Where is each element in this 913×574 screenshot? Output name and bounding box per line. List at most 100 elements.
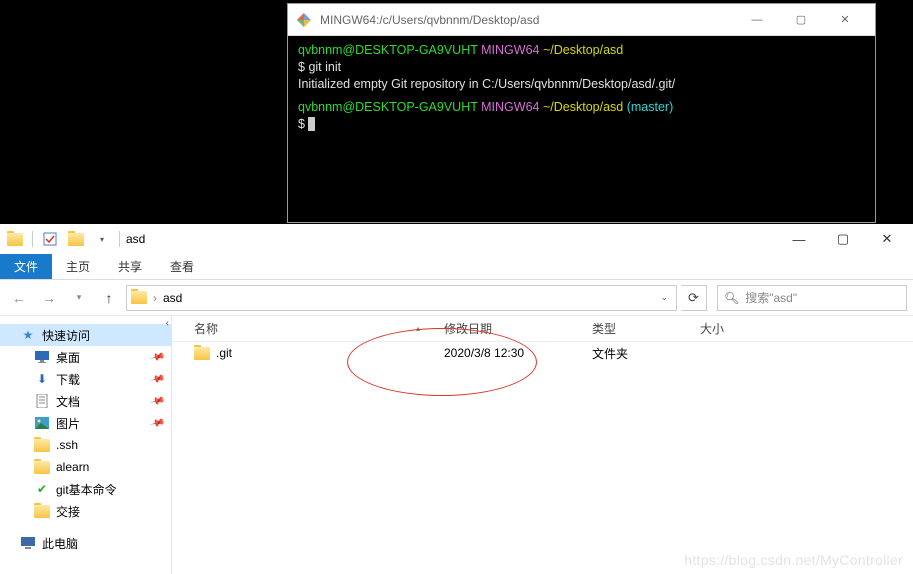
sidebar-item-label: 下载 [56,371,80,388]
minimize-button[interactable]: — [777,225,821,253]
tab-view[interactable]: 查看 [156,254,208,279]
maximize-button[interactable]: ▢ [779,5,823,35]
sidebar-item-label: 图片 [56,415,80,432]
address-dropdown-icon[interactable]: ⌄ [656,292,672,303]
close-button[interactable]: ✕ [823,5,867,35]
sidebar-item-documents[interactable]: 文档 📌 [0,390,171,412]
column-type[interactable]: 类型 [584,320,692,337]
window-title: asd [126,232,145,246]
sidebar-item-label: git基本命令 [56,481,117,498]
minimize-button[interactable]: — [735,5,779,35]
terminal-body[interactable]: qvbnnm@DESKTOP-GA9VUHT MINGW64 ~/Desktop… [288,36,875,222]
sidebar-item-label: 此电脑 [42,535,78,552]
prompt-sys: MINGW64 [481,43,539,57]
tab-file[interactable]: 文件 [0,254,52,279]
chevron-left-icon[interactable]: ‹ [166,318,169,329]
column-date[interactable]: 修改日期 [436,320,584,337]
search-icon: 🔍︎ [724,291,739,305]
column-name[interactable]: 名称▴ [186,320,436,337]
sidebar-item-label: 桌面 [56,349,80,366]
maximize-button[interactable]: ▢ [821,225,865,253]
close-button[interactable]: ✕ [865,225,909,253]
terminal-title: MINGW64:/c/Users/qvbnnm/Desktop/asd [320,13,735,27]
sidebar-item-gitcmd[interactable]: ✔ git基本命令 [0,478,171,500]
sort-asc-icon: ▴ [416,324,420,333]
prompt-user: qvbnnm@DESKTOP-GA9VUHT [298,100,478,114]
recent-dropdown[interactable]: ▾ [66,285,92,311]
column-size[interactable]: 大小 [692,320,772,337]
search-placeholder: 搜索"asd" [745,289,797,306]
command: git init [308,60,341,74]
forward-button[interactable]: → [36,285,62,311]
file-type: 文件夹 [584,345,692,362]
folder-icon [34,503,50,519]
address-bar[interactable]: › asd ⌄ [126,285,677,311]
pin-icon: 📌 [149,371,165,387]
tab-share[interactable]: 共享 [104,254,156,279]
pin-icon: 📌 [149,349,165,365]
prompt-symbol: $ [298,117,308,131]
folder-icon [34,437,50,453]
back-button[interactable]: ← [6,285,32,311]
sidebar-item-label: .ssh [56,438,78,452]
explorer-titlebar[interactable]: ▾ asd — ▢ ✕ [0,224,913,254]
sidebar-item-jiaojie[interactable]: 交接 [0,500,171,522]
tab-home[interactable]: 主页 [52,254,104,279]
quick-access-toolbar: ▾ [4,228,122,250]
explorer-window: ▾ asd — ▢ ✕ 文件 主页 共享 查看 ← → ▾ ↑ › asd ⌄ … [0,224,913,574]
column-headers: 名称▴ 修改日期 类型 大小 [172,316,913,342]
terminal-window: MINGW64:/c/Users/qvbnnm/Desktop/asd — ▢ … [287,3,876,223]
prompt-path: ~/Desktop/asd [543,100,623,114]
file-date: 2020/3/8 12:30 [436,346,584,360]
terminal-titlebar[interactable]: MINGW64:/c/Users/qvbnnm/Desktop/asd — ▢ … [288,4,875,36]
folder-icon [194,345,210,361]
pin-icon: 📌 [149,393,165,409]
prompt-sys: MINGW64 [481,100,539,114]
navigation-sidebar: ‹ ★ 快速访问 桌面 📌 ⬇ 下载 📌 文档 📌 图 [0,316,172,574]
sidebar-item-downloads[interactable]: ⬇ 下载 📌 [0,368,171,390]
pc-icon [20,535,36,551]
prompt-symbol: $ [298,60,308,74]
file-name: .git [216,346,232,360]
up-button[interactable]: ↑ [96,285,122,311]
sidebar-item-ssh[interactable]: .ssh [0,434,171,456]
folder-icon[interactable] [65,228,87,250]
pic-icon [34,415,50,431]
refresh-button[interactable]: ⟳ [681,285,707,311]
sidebar-item-thispc[interactable]: 此电脑 [0,532,171,554]
navigation-bar: ← → ▾ ↑ › asd ⌄ ⟳ 🔍︎ 搜索"asd" [0,280,913,316]
sidebar-item-quick-access[interactable]: ★ 快速访问 [0,324,171,346]
sidebar-item-label: alearn [56,460,89,474]
properties-icon[interactable] [39,228,61,250]
sidebar-item-pictures[interactable]: 图片 📌 [0,412,171,434]
file-list-pane[interactable]: 名称▴ 修改日期 类型 大小 .git 2020/3/8 12:30 文件夹 [172,316,913,574]
sidebar-item-alearn[interactable]: alearn [0,456,171,478]
file-row[interactable]: .git 2020/3/8 12:30 文件夹 [172,342,913,364]
download-icon: ⬇ [34,371,50,387]
desktop-icon [34,349,50,365]
search-input[interactable]: 🔍︎ 搜索"asd" [717,285,907,311]
sidebar-item-desktop[interactable]: 桌面 📌 [0,346,171,368]
folder-icon[interactable] [4,228,26,250]
watermark: https://blog.csdn.net/MyController [684,552,903,568]
prompt-branch: (master) [627,100,674,114]
cursor [308,117,315,131]
dropdown-icon[interactable]: ▾ [91,228,113,250]
prompt-path: ~/Desktop/asd [543,43,623,57]
folder-icon [131,290,147,306]
address-sep: › [153,291,157,305]
star-icon: ★ [20,327,36,343]
pin-icon: 📌 [149,415,165,431]
doc-icon [34,393,50,409]
divider [119,231,120,247]
folder-icon [34,459,50,475]
address-segment[interactable]: asd [163,291,182,305]
prompt-user: qvbnnm@DESKTOP-GA9VUHT [298,43,478,57]
divider [32,231,33,247]
sidebar-item-label: 文档 [56,393,80,410]
mingw-icon [296,12,312,28]
sidebar-item-label: 交接 [56,503,80,520]
output-line: Initialized empty Git repository in C:/U… [298,77,675,91]
ribbon-tabs: 文件 主页 共享 查看 [0,254,913,280]
sidebar-item-label: 快速访问 [42,327,90,344]
